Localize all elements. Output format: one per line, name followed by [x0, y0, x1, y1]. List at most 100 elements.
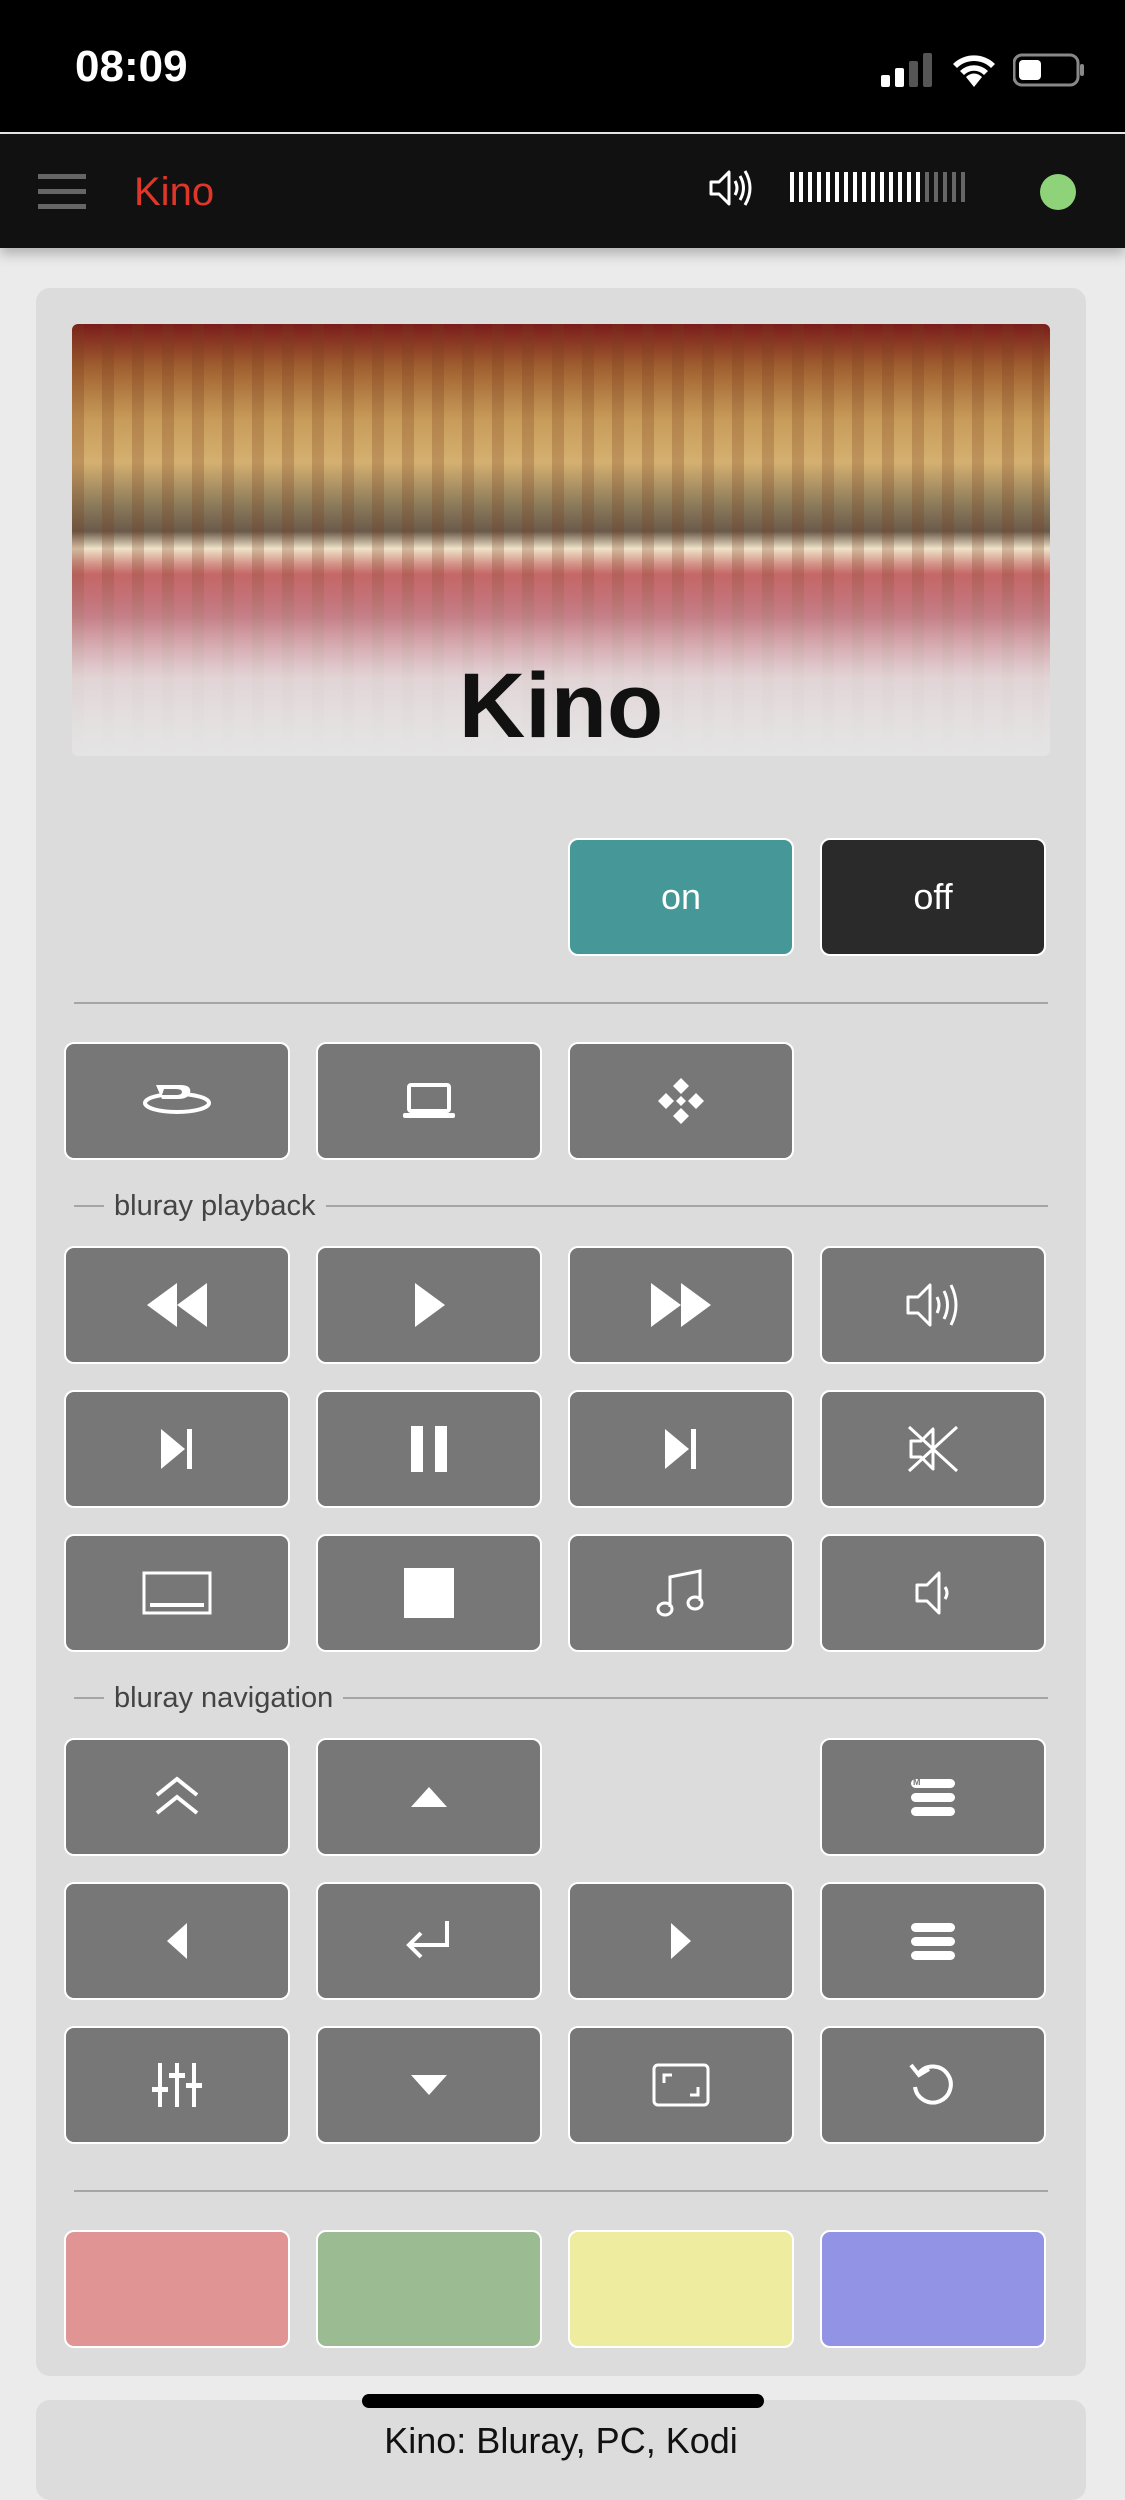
cellular-signal-icon — [881, 53, 932, 87]
green-button[interactable] — [316, 2230, 542, 2348]
volume-meter-segment — [835, 172, 839, 202]
volume-meter-segment — [925, 172, 929, 202]
volume-meter-segment — [898, 172, 902, 202]
volume-meter-segment — [907, 172, 911, 202]
settings-icon — [152, 2063, 202, 2107]
arrow-up-icon — [411, 1787, 447, 1807]
bluray-icon — [143, 1085, 211, 1114]
volume-meter-segment — [790, 172, 794, 202]
top-menu-button[interactable] — [64, 1738, 290, 1856]
room-title: Kino — [458, 655, 664, 756]
app-bar: Kino — [0, 134, 1125, 248]
arrow-down-icon — [411, 2075, 447, 2095]
volume-meter-segment — [934, 172, 938, 202]
rewind-icon — [147, 1283, 207, 1327]
yellow-button[interactable] — [568, 2230, 794, 2348]
volume-meter-segment — [826, 172, 830, 202]
stop-icon — [404, 1568, 454, 1618]
volume-meter-segment — [853, 172, 857, 202]
volume-meter-segment — [817, 172, 821, 202]
fast-forward-button[interactable] — [568, 1246, 794, 1364]
menu-icon: M — [911, 1777, 955, 1816]
pause-icon — [411, 1426, 447, 1472]
section-label-playback: bluray playback — [114, 1189, 316, 1222]
power-status-indicator — [1040, 174, 1076, 210]
power-on-button[interactable]: on — [568, 838, 794, 956]
laptop-icon — [403, 1083, 455, 1118]
source-kodi-button[interactable] — [568, 1042, 794, 1160]
section-label-navigation: bluray navigation — [114, 1681, 334, 1714]
aspect-ratio-button[interactable] — [568, 2026, 794, 2144]
svg-text:M: M — [913, 1777, 921, 1787]
red-button[interactable] — [64, 2230, 290, 2348]
arrow-left-icon — [167, 1923, 187, 1959]
source-pc-button[interactable] — [316, 1042, 542, 1160]
skip-previous-icon — [161, 1429, 192, 1469]
kodi-icon — [658, 1078, 704, 1124]
volume-meter-segment — [952, 172, 956, 202]
hero-image: Kino — [72, 324, 1050, 756]
audio-track-icon — [656, 1569, 704, 1617]
mute-button[interactable] — [820, 1390, 1046, 1508]
power-off-button[interactable]: off — [820, 838, 1046, 956]
aspect-ratio-icon — [652, 2063, 710, 2107]
skip-next-icon — [665, 1429, 696, 1469]
home-indicator — [362, 2394, 764, 2408]
volume-meter-segment — [916, 172, 920, 202]
section-bluray-playback: bluray playback — [74, 1186, 1048, 1226]
volume-meter-segment — [844, 172, 848, 202]
play-button[interactable] — [316, 1246, 542, 1364]
next-card-title: Kino: Bluray, PC, Kodi — [384, 2420, 738, 2461]
blue-button[interactable] — [820, 2230, 1046, 2348]
subtitles-icon — [142, 1571, 212, 1615]
return-button[interactable] — [820, 2026, 1046, 2144]
enter-button[interactable] — [316, 1882, 542, 2000]
volume-icon[interactable] — [705, 164, 753, 212]
status-time: 08:09 — [75, 42, 188, 91]
status-bar: 08:09 — [0, 0, 1125, 132]
stop-button[interactable] — [316, 1534, 542, 1652]
return-icon — [909, 2063, 953, 2105]
divider — [74, 1002, 1048, 1004]
arrow-up-button[interactable] — [316, 1738, 542, 1856]
popup-menu-button[interactable] — [820, 1882, 1046, 2000]
section-bluray-navigation: bluray navigation — [74, 1678, 1048, 1718]
skip-previous-button[interactable] — [64, 1390, 290, 1508]
arrow-right-icon — [671, 1923, 691, 1959]
mute-icon — [907, 1425, 959, 1473]
volume-down-icon — [915, 1571, 949, 1615]
arrow-down-button[interactable] — [316, 2026, 542, 2144]
audio-track-button[interactable] — [568, 1534, 794, 1652]
app-title: Kino — [134, 170, 215, 214]
enter-icon — [406, 1921, 449, 1959]
room-card: Kino on off bluray playback bluray navig… — [36, 288, 1086, 2376]
volume-meter-segment — [799, 172, 803, 202]
menu-button[interactable]: M — [820, 1738, 1046, 1856]
volume-down-button[interactable] — [820, 1534, 1046, 1652]
settings-button[interactable] — [64, 2026, 290, 2144]
subtitles-button[interactable] — [64, 1534, 290, 1652]
arrow-left-button[interactable] — [64, 1882, 290, 2000]
volume-meter-segment — [862, 172, 866, 202]
battery-icon — [1013, 53, 1084, 87]
next-card: Kino: Bluray, PC, Kodi — [36, 2400, 1086, 2500]
fast-forward-icon — [651, 1283, 711, 1327]
volume-meter-segment — [880, 172, 884, 202]
volume-meter-segment — [808, 172, 812, 202]
volume-meter-segment — [943, 172, 947, 202]
volume-up-icon — [906, 1283, 958, 1327]
source-bluray-button[interactable] — [64, 1042, 290, 1160]
status-icons — [881, 50, 1085, 90]
skip-next-button[interactable] — [568, 1390, 794, 1508]
arrow-right-button[interactable] — [568, 1882, 794, 2000]
rewind-button[interactable] — [64, 1246, 290, 1364]
volume-meter-segment — [961, 172, 965, 202]
top-menu-icon — [155, 1776, 199, 1815]
hamburger-menu-icon[interactable] — [38, 172, 86, 212]
volume-meter-segment — [871, 172, 875, 202]
volume-meter-segment — [889, 172, 893, 202]
volume-up-button[interactable] — [820, 1246, 1046, 1364]
volume-meter[interactable] — [790, 172, 965, 206]
divider — [74, 2190, 1048, 2192]
pause-button[interactable] — [316, 1390, 542, 1508]
